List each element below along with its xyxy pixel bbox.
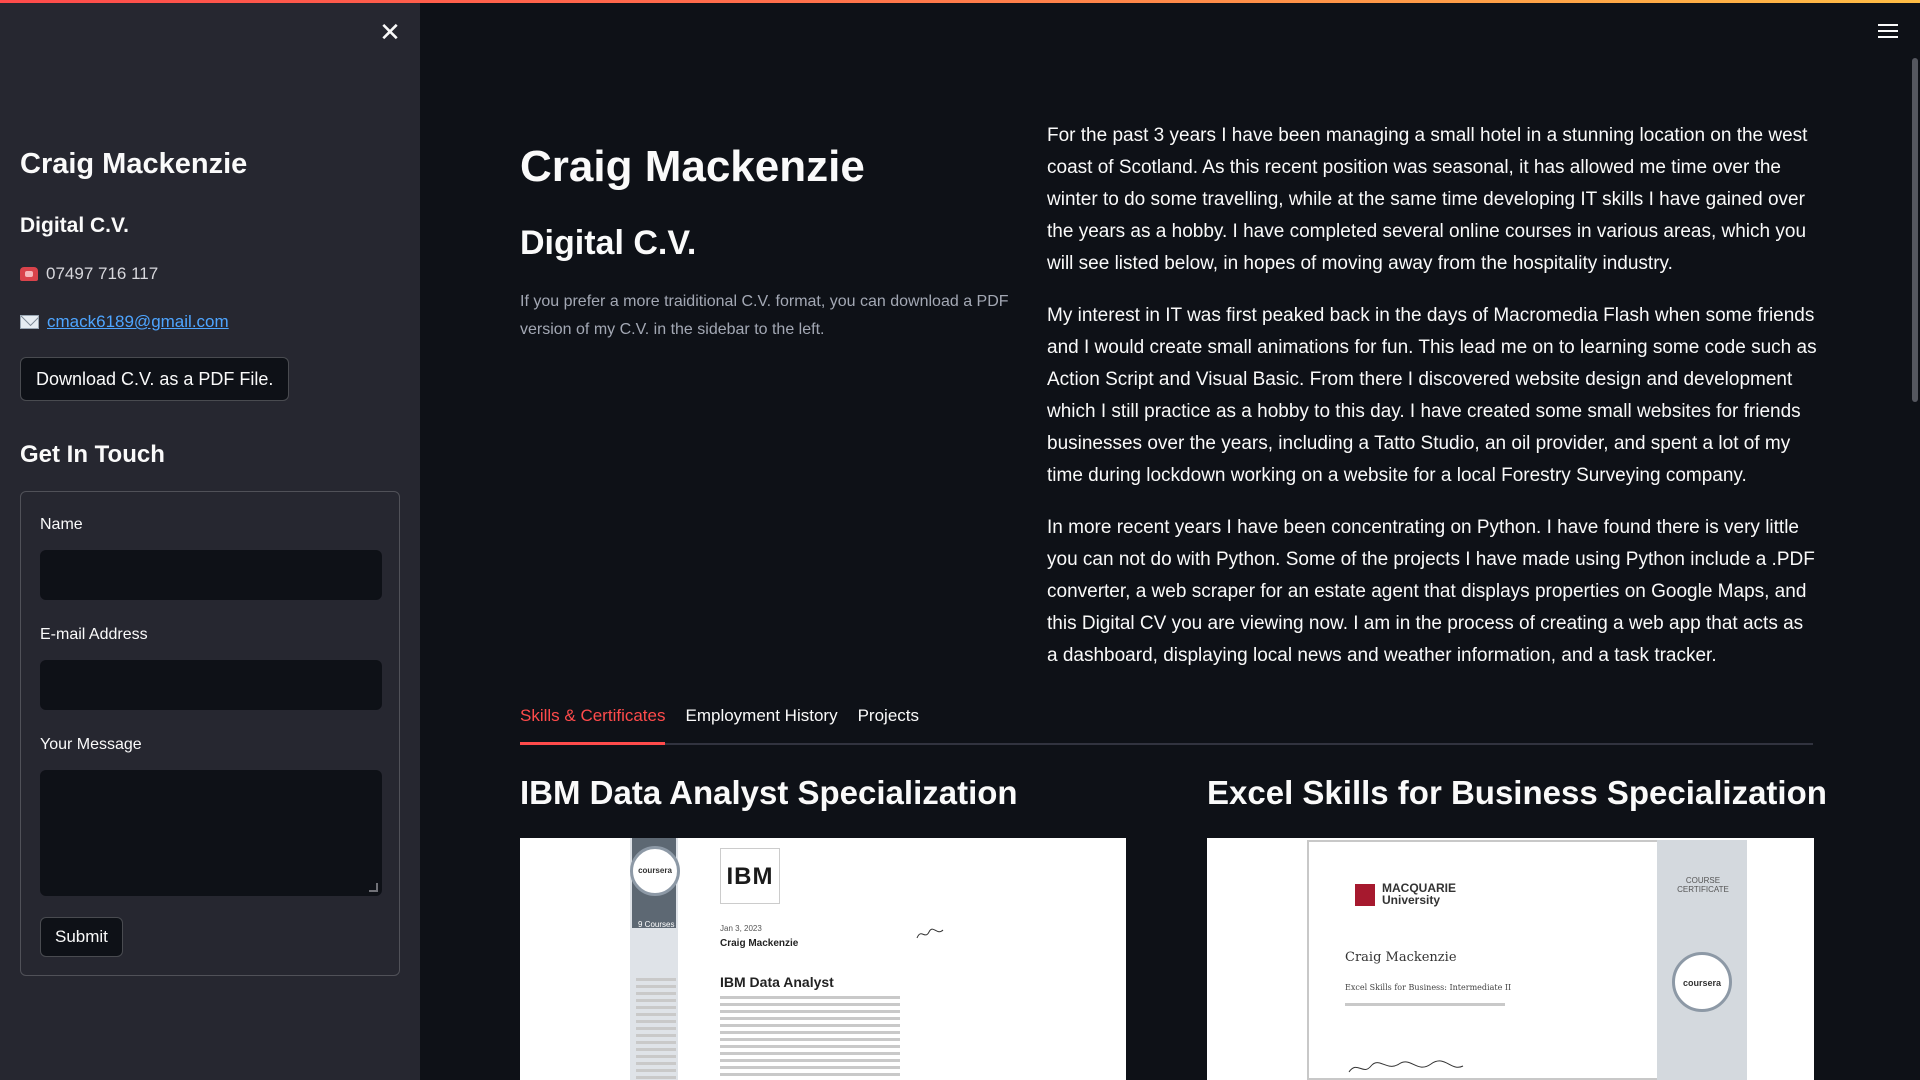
email-row: cmack6189@gmail.com bbox=[20, 312, 229, 332]
courses-count: 9 Courses bbox=[638, 920, 675, 929]
phone-number: 07497 716 117 bbox=[46, 264, 159, 283]
coursera-seal-icon: coursera bbox=[630, 846, 680, 896]
course-certificate-label: COURSE CERTIFICATE bbox=[1677, 876, 1729, 894]
tab-projects[interactable]: Projects bbox=[858, 700, 919, 745]
certificate-date: Jan 3, 2023 bbox=[720, 924, 762, 933]
close-icon[interactable]: ✕ bbox=[376, 18, 404, 46]
tab-employment-history[interactable]: Employment History bbox=[685, 700, 837, 745]
signature-icon bbox=[916, 928, 944, 939]
get-in-touch-heading: Get In Touch bbox=[20, 441, 165, 468]
certificate-holder: Craig Mackenzie bbox=[1345, 950, 1457, 965]
email-link[interactable]: cmack6189@gmail.com bbox=[47, 312, 229, 332]
certificate-course: IBM Data Analyst bbox=[720, 974, 834, 990]
ibm-logo: IBM bbox=[720, 848, 780, 904]
email-input[interactable] bbox=[40, 660, 382, 710]
message-label: Your Message bbox=[40, 736, 142, 753]
tab-skills-certificates[interactable]: Skills & Certificates bbox=[520, 700, 666, 745]
macquarie-logo-icon bbox=[1355, 884, 1375, 906]
institution-name: MACQUARIE University bbox=[1382, 881, 1456, 907]
certificate-course: Excel Skills for Business: Intermediate … bbox=[1345, 983, 1512, 992]
scrollbar[interactable] bbox=[1912, 58, 1918, 402]
certificate-text-lines bbox=[720, 996, 900, 1080]
envelope-icon bbox=[20, 315, 39, 329]
certificate-holder: Craig Mackenzie bbox=[720, 938, 799, 949]
certificate-title: IBM Data Analyst Specialization bbox=[520, 774, 1018, 811]
bio-paragraph: For the past 3 years I have been managin… bbox=[1047, 125, 1808, 274]
sidebar-subtitle: Digital C.V. bbox=[20, 214, 129, 237]
submit-button[interactable]: Submit bbox=[40, 917, 123, 957]
certificate-title: Excel Skills for Business Specialization bbox=[1207, 774, 1827, 811]
download-cv-button[interactable]: Download C.V. as a PDF File. bbox=[20, 357, 290, 401]
coursera-seal-icon: coursera bbox=[1672, 952, 1732, 1012]
excel-certificate-image: COURSE CERTIFICATE coursera MACQUARIE Un… bbox=[1207, 838, 1814, 1080]
ibm-certificate-image: coursera 9 Courses IBM Jan 3, 2023 Craig… bbox=[520, 838, 1126, 1080]
name-input[interactable] bbox=[40, 550, 382, 600]
hamburger-menu-icon[interactable] bbox=[1876, 20, 1900, 44]
page-title: Craig Mackenzie bbox=[520, 142, 865, 191]
certificate-text-lines bbox=[1345, 1003, 1505, 1010]
resize-handle-icon[interactable] bbox=[369, 883, 378, 892]
bio-paragraph: In more recent years I have been concent… bbox=[1047, 517, 1815, 666]
bio-paragraph: My interest in IT was first peaked back … bbox=[1047, 305, 1817, 486]
pdf-note: If you prefer a more traiditional C.V. f… bbox=[520, 293, 1009, 338]
phone-row: 07497 716 117 bbox=[20, 264, 158, 284]
certificate-course-list bbox=[636, 978, 676, 1080]
telephone-icon bbox=[20, 267, 38, 281]
top-decoration-bar bbox=[0, 0, 1920, 3]
tab-bar: Skills & Certificates Employment History… bbox=[520, 700, 1813, 745]
message-textarea[interactable] bbox=[40, 770, 382, 896]
signature-icon bbox=[1348, 1060, 1464, 1073]
sidebar: ✕ Craig Mackenzie Digital C.V. 07497 716… bbox=[0, 0, 420, 1080]
name-label: Name bbox=[40, 516, 83, 533]
bio: For the past 3 years I have been managin… bbox=[1047, 120, 1817, 692]
page-subtitle: Digital C.V. bbox=[520, 224, 697, 262]
sidebar-name: Craig Mackenzie bbox=[20, 148, 248, 180]
email-label: E-mail Address bbox=[40, 626, 148, 643]
contact-form: Name E-mail Address Your Message Submit bbox=[20, 491, 400, 976]
